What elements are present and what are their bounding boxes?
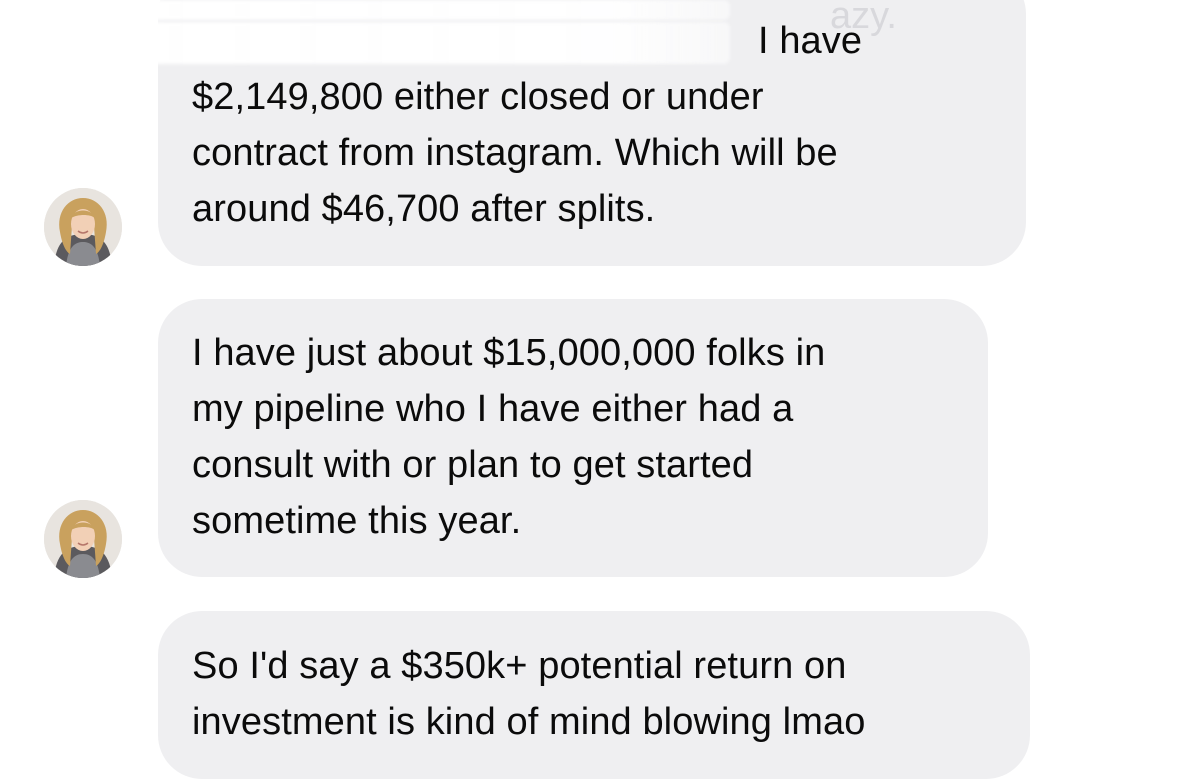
- user-avatar-icon[interactable]: [44, 500, 122, 578]
- redaction-blur: [150, 22, 730, 64]
- message-line: sometime this year.: [192, 500, 522, 542]
- message-line: my pipeline who I have either had a: [192, 388, 794, 430]
- message-line: investment is kind of mind blowing lmao: [192, 701, 866, 743]
- message-line: So I'd say a $350k+ potential return on: [192, 645, 847, 687]
- message-text: I have just about $15,000,000 folks in m…: [192, 325, 982, 549]
- message-line: around $46,700 after splits.: [192, 188, 656, 230]
- message-line: contract from instagram. Which will be: [192, 132, 838, 174]
- message-line: consult with or plan to get started: [192, 444, 754, 486]
- message-bubble[interactable]: So I'd say a $350k+ potential return on …: [158, 611, 1030, 779]
- message-bubble[interactable]: I have just about $15,000,000 folks in m…: [158, 299, 988, 577]
- redaction-blur: [150, 0, 730, 20]
- avatar-portrait: [44, 188, 122, 266]
- user-avatar-icon[interactable]: [44, 188, 122, 266]
- message-text: So I'd say a $350k+ potential return on …: [192, 638, 1022, 750]
- message-line: I have just about $15,000,000 folks in: [192, 332, 826, 374]
- avatar-portrait: [44, 500, 122, 578]
- message-thread: azy. I have $2,149,800 either closed or …: [0, 0, 1200, 781]
- message-line: $2,149,800 either closed or under: [192, 76, 764, 118]
